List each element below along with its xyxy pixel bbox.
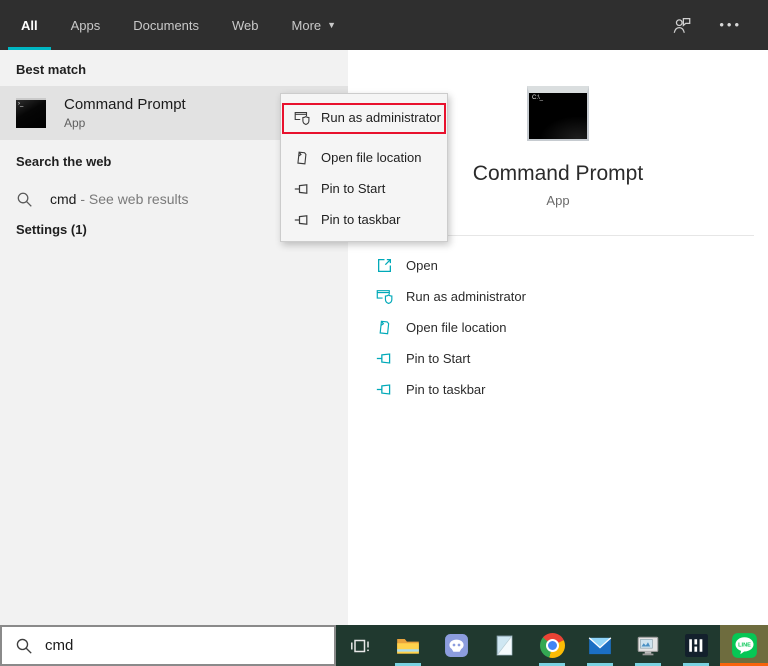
- svg-text:LINE: LINE: [738, 643, 751, 649]
- command-prompt-icon: [16, 98, 46, 128]
- search-web-section-label: Search the web: [16, 154, 112, 169]
- preview-actions: Open Run as administrator Open file loca…: [348, 250, 768, 405]
- notepad-icon: [492, 633, 517, 658]
- action-open-file-location[interactable]: Open file location: [348, 312, 768, 343]
- file-explorer-icon: [395, 633, 421, 659]
- taskbar-file-explorer-button[interactable]: [384, 625, 432, 666]
- best-match-subtitle: App: [64, 116, 86, 130]
- menu-item-pin-to-start-label: Pin to Start: [321, 181, 386, 196]
- taskbar: LINE: [336, 625, 768, 666]
- action-run-as-administrator-label: Run as administrator: [406, 289, 526, 304]
- line-icon: LINE: [731, 632, 758, 659]
- command-prompt-icon-large: [527, 86, 589, 141]
- taskbar-search-box[interactable]: [0, 625, 336, 666]
- pin-icon: [294, 181, 310, 197]
- pin-icon: [294, 212, 310, 228]
- search-icon: [15, 637, 33, 655]
- tab-apps[interactable]: Apps: [68, 0, 104, 50]
- tab-more[interactable]: More ▼: [289, 0, 340, 50]
- action-run-as-administrator[interactable]: Run as administrator: [348, 281, 768, 312]
- search-input[interactable]: [45, 637, 315, 654]
- best-match-section-label: Best match: [16, 62, 87, 77]
- photos-icon: [635, 633, 661, 659]
- settings-section-label: Settings (1): [16, 222, 87, 237]
- tab-documents-label: Documents: [133, 17, 200, 33]
- tab-web-label: Web: [232, 17, 259, 33]
- discord-icon: [444, 633, 469, 658]
- best-match-title: Command Prompt: [64, 96, 186, 113]
- search-icon: [16, 191, 33, 208]
- taskbar-chrome-button[interactable]: [528, 625, 576, 666]
- bottom-bar: LINE: [0, 625, 768, 666]
- action-open[interactable]: Open: [348, 250, 768, 281]
- taskbar-mail-button[interactable]: [576, 625, 624, 666]
- action-pin-to-start-label: Pin to Start: [406, 351, 471, 366]
- filter-tabs: All Apps Documents Web More ▼: [0, 0, 339, 50]
- tab-all-label: All: [21, 17, 38, 33]
- menu-item-open-file-location[interactable]: Open file location: [281, 142, 447, 173]
- run-as-admin-icon: [376, 288, 393, 305]
- menu-item-pin-to-taskbar-label: Pin to taskbar: [321, 212, 401, 227]
- open-icon: [376, 257, 393, 274]
- action-pin-to-taskbar-label: Pin to taskbar: [406, 382, 486, 397]
- chevron-down-icon: ▼: [327, 20, 337, 30]
- open-file-location-icon: [294, 150, 310, 166]
- topbar-actions: •••: [671, 15, 768, 35]
- action-pin-to-start[interactable]: Pin to Start: [348, 343, 768, 374]
- pin-icon: [376, 381, 393, 398]
- more-options-icon[interactable]: •••: [719, 18, 742, 31]
- task-view-icon: [348, 634, 372, 658]
- tab-apps-label: Apps: [70, 17, 101, 33]
- run-as-admin-icon: [294, 110, 310, 126]
- action-pin-to-taskbar[interactable]: Pin to taskbar: [348, 374, 768, 405]
- taskbar-audio-bars-app-button[interactable]: [672, 625, 720, 666]
- chrome-icon: [539, 633, 565, 658]
- taskbar-notepad-button[interactable]: [480, 625, 528, 666]
- taskbar-photos-button[interactable]: [624, 625, 672, 666]
- windows-search-flyout: All Apps Documents Web More ▼ ••• Best m…: [0, 0, 768, 666]
- pin-icon: [376, 350, 393, 367]
- taskbar-line-button[interactable]: LINE: [720, 625, 768, 666]
- tab-more-label: More: [291, 17, 322, 33]
- search-filter-bar: All Apps Documents Web More ▼ •••: [0, 0, 768, 50]
- menu-item-pin-to-taskbar[interactable]: Pin to taskbar: [281, 204, 447, 235]
- context-menu: Run as administrator Open file location …: [280, 93, 448, 242]
- menu-item-run-as-administrator-label: Run as administrator: [321, 110, 441, 125]
- tab-web[interactable]: Web: [229, 0, 262, 50]
- feedback-user-icon[interactable]: [671, 15, 693, 35]
- menu-item-run-as-administrator[interactable]: Run as administrator: [281, 102, 447, 133]
- audio-bars-app-icon: [684, 633, 709, 658]
- mail-icon: [587, 633, 613, 659]
- web-query: cmd: [50, 191, 77, 207]
- tab-documents[interactable]: Documents: [130, 0, 202, 50]
- menu-item-open-file-location-label: Open file location: [321, 150, 422, 165]
- web-suffix: - See web results: [80, 191, 189, 207]
- taskbar-discord-button[interactable]: [432, 625, 480, 666]
- taskbar-task-view-button[interactable]: [336, 625, 384, 666]
- open-file-location-icon: [376, 319, 393, 336]
- action-open-label: Open: [406, 258, 438, 273]
- action-open-file-location-label: Open file location: [406, 320, 507, 335]
- menu-item-pin-to-start[interactable]: Pin to Start: [281, 173, 447, 204]
- search-results-area: Best match Command Prompt App Search the…: [0, 50, 768, 625]
- tab-all[interactable]: All: [8, 0, 51, 50]
